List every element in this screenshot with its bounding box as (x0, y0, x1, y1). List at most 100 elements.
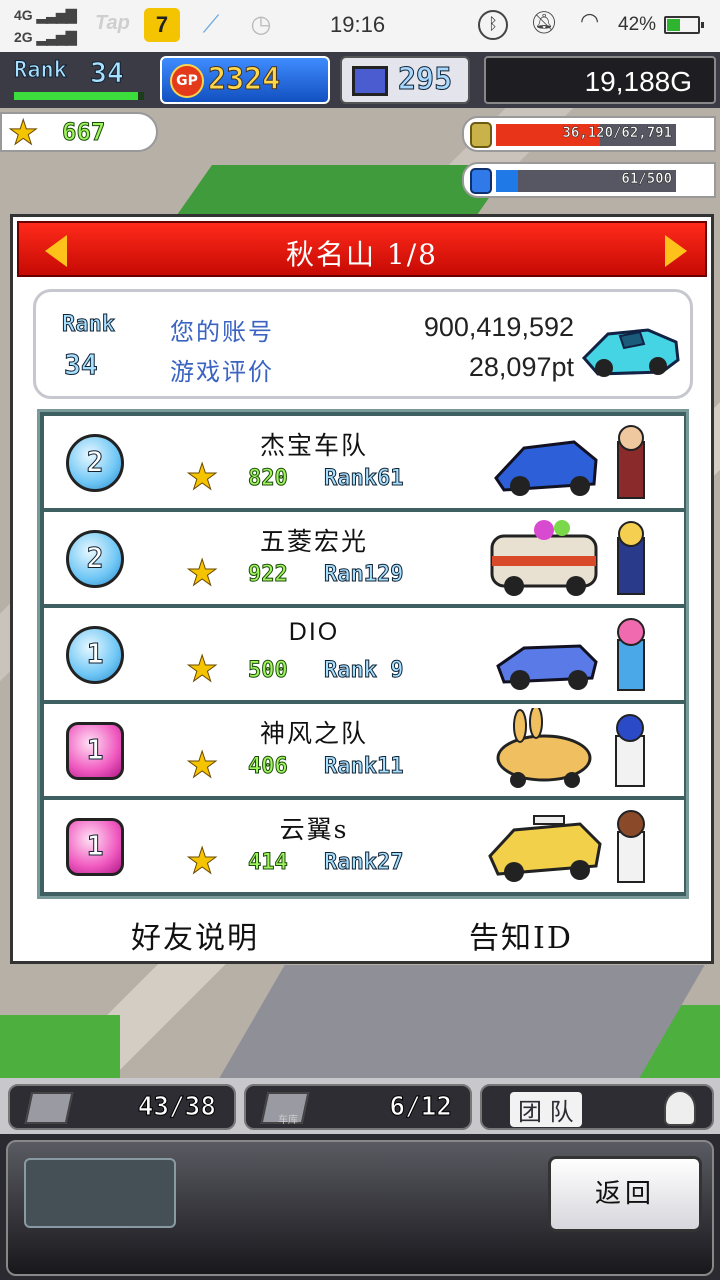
battery-icon (664, 16, 704, 34)
research-counter[interactable]: 295 (340, 56, 470, 104)
chart-icon: ⟋ (202, 11, 220, 38)
friend-car-sprite (496, 618, 645, 691)
friend-score: 820 (248, 466, 289, 492)
gold-counter: 19,188G (484, 56, 716, 104)
signal-indicator: 4G ▂▃▅▇ (14, 7, 77, 23)
friend-van-sprite (490, 520, 645, 596)
energy-fill (496, 170, 518, 192)
energy-text: 61/500 (621, 171, 672, 188)
friend-row[interactable]: 1 DIO ★ 500 Rank 9 (44, 608, 684, 700)
friend-level-badge: 1 (66, 818, 124, 876)
friend-level-badge: 2 (66, 530, 124, 588)
friend-rabbit-car-sprite (496, 708, 645, 788)
dialog-header: 秋名山 1/8 (17, 221, 707, 277)
friend-help-link[interactable]: 好友说明 (131, 913, 259, 957)
garage-label: 车库 (278, 1115, 298, 1126)
bluetooth-icon: ᛒ (478, 10, 508, 40)
gp-icon: GP (170, 64, 204, 98)
fuel-bar[interactable]: 36,120/62,791 (462, 116, 716, 152)
crate-icon (24, 1092, 74, 1124)
friend-row[interactable]: 1 云翼s ★ 414 Rank27 (44, 800, 684, 892)
my-account-card: Rank 34 您的账号 900,419,592 游戏评价 28,097pt (33, 289, 693, 399)
friend-list: 2 杰宝车队 ★ 820 Rank61 2 五菱宏光 ★ 922 Ran129 (37, 409, 689, 899)
star-icon: ★ (7, 113, 39, 153)
tab-garage[interactable]: 车库 6/12 (244, 1084, 472, 1130)
friend-rank: Ran129 (323, 562, 404, 588)
friend-score: 414 (248, 850, 289, 876)
signal-indicator: 2G ▂▃▅▇ (14, 29, 77, 45)
stopwatch-icon: ◷ (250, 11, 272, 38)
tab-team[interactable]: 团 队 (480, 1084, 714, 1130)
tab-staff[interactable]: 43/38 (8, 1084, 236, 1130)
friend-name: DIO (288, 618, 340, 646)
friend-rank: Rank 9 (323, 658, 404, 684)
fan-stars[interactable]: ★ 667 (0, 112, 158, 152)
garage-count: 6/12 (389, 1092, 453, 1123)
bottom-bar: 43/38 车库 6/12 团 队 返回 (0, 1078, 720, 1280)
star-icon: ★ (185, 745, 219, 786)
team-label: 团 队 (510, 1092, 582, 1127)
gp-value: 2324 (207, 62, 281, 98)
race-car-icon (581, 328, 680, 377)
energy-tank-icon (470, 168, 492, 194)
battery-level (667, 19, 681, 31)
friend-row[interactable]: 1 神风之队 ★ 406 Rank11 (44, 704, 684, 796)
energy-bar[interactable]: 61/500 (462, 162, 716, 198)
account-label: 您的账号 (170, 318, 274, 346)
next-page-arrow-icon[interactable] (665, 235, 687, 267)
friend-rank: Rank11 (323, 754, 404, 780)
mute-icon: 🔕︎ (530, 10, 558, 35)
clock: 19:16 (330, 12, 386, 37)
bottom-tabs: 43/38 车库 6/12 团 队 (0, 1078, 720, 1134)
star-icon: ★ (185, 841, 219, 882)
road (215, 965, 705, 1085)
star-icon: ★ (185, 553, 219, 594)
friend-rank: Rank61 (323, 466, 404, 492)
friend-score: 922 (248, 562, 289, 588)
friend-taxi-sprite (488, 810, 645, 883)
friend-row[interactable]: 2 五菱宏光 ★ 922 Ran129 (44, 512, 684, 604)
wifi-icon: ◠ (580, 8, 600, 33)
team-member-icon (664, 1090, 696, 1126)
my-rank-label: Rank (62, 312, 116, 338)
computer-icon (352, 66, 388, 96)
friend-level-badge: 1 (66, 722, 124, 780)
rank-progress-fill (14, 92, 138, 100)
gold-value: 19,188G (584, 66, 692, 97)
player-rank[interactable]: Rank 34 (10, 56, 148, 102)
rank-value: 34 (90, 56, 125, 90)
fuel-barrel-icon (470, 122, 492, 148)
account-value: 900,419,592 (423, 312, 574, 342)
friend-car-sprite (494, 425, 645, 499)
star-icon: ★ (185, 457, 219, 498)
rank-label: Rank (14, 58, 68, 84)
friend-level-badge: 1 (66, 626, 124, 684)
seven-app-icon: 7 (144, 8, 180, 42)
tap-app-label: Tap (95, 12, 130, 34)
rank-progress-bar (14, 92, 144, 100)
friend-rank: Rank27 (323, 850, 404, 876)
fan-stars-value: 667 (61, 118, 106, 147)
staff-count: 43/38 (137, 1092, 216, 1123)
my-rank-value: 34 (64, 348, 99, 382)
rating-value: 28,097pt (468, 352, 574, 382)
energy-track: 61/500 (496, 170, 676, 192)
rating-label: 游戏评价 (170, 358, 274, 386)
fuel-track: 36,120/62,791 (496, 124, 676, 146)
notify-id-link[interactable]: 告知ID (469, 913, 573, 957)
friend-level-badge: 2 (66, 434, 124, 492)
status-bar: 4G ▂▃▅▇ 2G ▂▃▅▇ Tap 7 ⟋ ◷ 19:16 ᛒ 🔕︎ ◠ 4… (0, 0, 720, 52)
battery-percent: 42% (618, 14, 657, 35)
friend-score: 500 (248, 658, 289, 684)
fuel-text: 36,120/62,791 (562, 125, 672, 142)
gp-counter[interactable]: GP 2324 (160, 56, 330, 104)
top-hud: Rank 34 GP 2324 295 19,188G (0, 52, 720, 108)
friend-score: 406 (248, 754, 289, 780)
bottom-panel: 返回 (6, 1140, 714, 1276)
dialog-title: 秋名山 1/8 (286, 238, 438, 271)
friend-row[interactable]: 2 杰宝车队 ★ 820 Rank61 (44, 416, 684, 508)
star-icon: ★ (185, 649, 219, 690)
back-button[interactable]: 返回 (548, 1156, 702, 1232)
empty-slot-button[interactable] (24, 1158, 176, 1228)
research-value: 295 (397, 62, 453, 98)
